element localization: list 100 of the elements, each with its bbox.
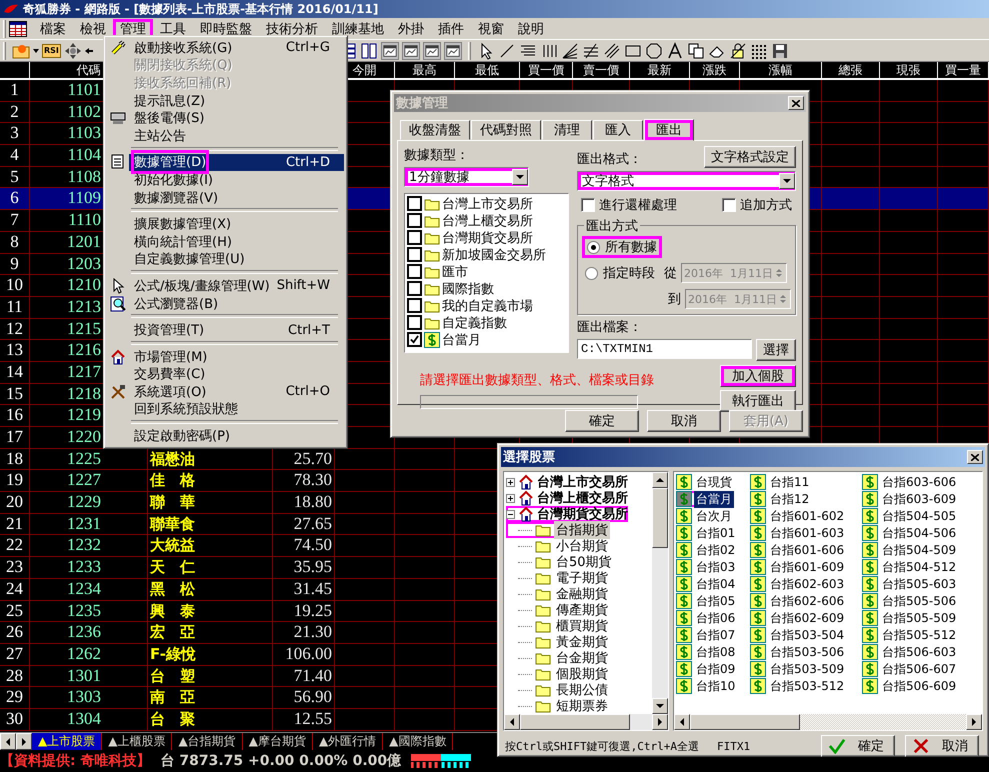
contract-item[interactable]: 台指06 [694, 610, 738, 626]
tree-node[interactable]: 電子期貨 [554, 569, 610, 587]
contract-item[interactable]: 台指601-602 [768, 508, 846, 524]
radio-label[interactable]: 指定時段 [603, 264, 655, 282]
column-header[interactable]: 現張 [880, 62, 938, 78]
contract-item[interactable]: 台指505-506 [880, 592, 958, 610]
browse-button[interactable]: 選擇 [756, 339, 796, 361]
checkbox[interactable] [722, 198, 736, 212]
column-header[interactable]: 賣一價 [573, 62, 630, 78]
contract-item[interactable]: 台指03 [694, 558, 738, 576]
rsi-tool-button[interactable]: RSI [42, 44, 61, 58]
checkbox[interactable] [407, 230, 422, 245]
contract-item[interactable]: 台指506-603 [880, 644, 958, 660]
action-button[interactable]: 加入個股 [720, 365, 796, 387]
column-header[interactable]: 買一價 [520, 62, 573, 78]
tree-node[interactable]: 台灣上櫃交易所 [537, 489, 628, 507]
menu-entry[interactable]: 提示訊息(Z) [129, 92, 344, 110]
text-tool-icon[interactable] [666, 42, 684, 60]
menu-entry[interactable]: 自定義數據管理(U) [129, 250, 344, 268]
menu-entry[interactable]: 公式瀏覽器(B) [129, 294, 344, 312]
collapse-icon[interactable] [506, 510, 515, 518]
menu-entry[interactable]: 市場管理(M) [129, 348, 344, 366]
contract-item[interactable]: 台指09 [694, 660, 738, 678]
checkbox[interactable] [407, 332, 422, 347]
contract-item[interactable]: 台指602-603 [768, 576, 846, 592]
menu-item[interactable]: 工具 [153, 18, 193, 38]
tree-node[interactable]: 傳產期貨 [554, 601, 610, 619]
contract-item[interactable]: 台指503-512 [768, 678, 846, 694]
menu-entry[interactable]: 啟動接收系統(G) Ctrl+G [129, 39, 344, 57]
close-button[interactable] [967, 450, 983, 464]
market-item[interactable]: 自定義指數 [442, 314, 507, 332]
menu-entry[interactable]: 系統選項(O) Ctrl+O [129, 383, 344, 401]
tree-node[interactable]: 台50期貨 [554, 553, 614, 571]
scroll-right-button[interactable] [16, 733, 32, 750]
column-header[interactable]: 總張 [822, 62, 880, 78]
menu-item[interactable]: 檢視 [73, 18, 113, 38]
tree-node[interactable]: 台金期貨 [554, 649, 610, 667]
tab[interactable]: 匯入 [593, 120, 643, 140]
contract-item[interactable]: 台次月 [694, 508, 734, 524]
chart-window-icon[interactable] [380, 42, 399, 60]
fan-lines-icon[interactable] [560, 42, 579, 60]
checkbox[interactable] [407, 281, 422, 296]
radio-label[interactable]: 所有數據 [605, 238, 657, 256]
tab[interactable]: 匯出 [644, 119, 694, 141]
contract-item[interactable]: 台當月 [694, 490, 734, 508]
contract-item[interactable]: 台指12 [768, 490, 812, 508]
contract-item[interactable]: 台指01 [694, 524, 738, 542]
contract-item[interactable]: 台指10 [694, 678, 738, 694]
checkbox[interactable] [407, 264, 422, 279]
dialog-button[interactable]: 確定 [565, 410, 639, 432]
column-header[interactable]: 漲幅 [740, 62, 822, 78]
contract-item[interactable]: 台指505-512 [880, 626, 958, 644]
file-path-field[interactable]: C:\TXTMIN1 [577, 339, 752, 359]
chart-window-icon[interactable] [402, 42, 420, 60]
menu-entry[interactable]: 投資管理(T) Ctrl+T [129, 321, 344, 339]
tree-node[interactable]: 短期票券 [554, 697, 610, 714]
ok-button[interactable]: 確定 [821, 735, 895, 757]
market-item[interactable]: 台當月 [442, 330, 481, 348]
tab[interactable]: 收盤清盤 [400, 120, 470, 140]
data-type-dropdown[interactable]: 1分鐘數據 [404, 167, 529, 187]
market-item[interactable]: 台灣期貨交易所 [442, 228, 533, 246]
column-header[interactable]: 最高 [395, 62, 455, 78]
checkbox-label[interactable]: 追加方式 [740, 196, 792, 214]
action-button[interactable]: 執行匯出 [720, 390, 796, 412]
contract-item[interactable]: 台指603-606 [880, 474, 958, 490]
menu-item[interactable]: 管理 [113, 18, 153, 38]
contract-item[interactable]: 台指08 [694, 644, 738, 660]
save-icon[interactable] [770, 42, 789, 60]
vertical-scrollbar[interactable] [652, 472, 668, 714]
contract-item[interactable]: 台指05 [694, 592, 738, 610]
text-format-settings-button[interactable]: 文字格式設定 [704, 146, 796, 168]
contract-item[interactable]: 台指601-603 [768, 524, 846, 542]
column-header[interactable]: 漲跌 [690, 62, 740, 78]
market-item[interactable]: 台灣上櫃交易所 [442, 212, 533, 230]
table-icon[interactable] [9, 20, 27, 36]
horizontal-scrollbar[interactable] [674, 714, 982, 730]
close-button[interactable] [788, 96, 804, 110]
copy-icon[interactable] [686, 42, 705, 60]
contract-item[interactable]: 台指506-609 [880, 678, 958, 694]
column-header[interactable]: 最低 [455, 62, 520, 78]
menu-entry[interactable]: 公式/板塊/畫線管理(W) Shift+W [129, 277, 344, 295]
contract-item[interactable]: 台指601-609 [768, 558, 846, 576]
menu-entry[interactable]: 回到系統預設狀態 [129, 400, 344, 418]
contract-item[interactable]: 台指504-506 [880, 524, 958, 542]
contract-item[interactable]: 台指506-607 [880, 660, 958, 678]
menu-item[interactable]: 說明 [511, 18, 551, 38]
menu-item[interactable]: 訓練基地 [325, 18, 391, 38]
contract-item[interactable]: 台指503-509 [768, 660, 846, 678]
contract-item[interactable]: 台指603-609 [880, 490, 958, 508]
caret-icon[interactable] [33, 48, 39, 52]
menu-item[interactable]: 即時監盤 [193, 18, 259, 38]
tree-node[interactable]: 台指期貨 [554, 521, 610, 539]
contract-item[interactable]: 台指02 [694, 542, 738, 558]
menu-item[interactable]: 技術分析 [259, 18, 325, 38]
columns-layout-icon[interactable] [360, 42, 378, 60]
menu-entry[interactable]: 數據瀏覽器(V) [129, 188, 344, 206]
market-item[interactable]: 我的自定義市場 [442, 296, 533, 314]
menu-entry[interactable]: 主站公告 [129, 126, 344, 145]
octagon-tool-icon[interactable] [644, 42, 663, 60]
scroll-left-button[interactable] [0, 733, 16, 750]
